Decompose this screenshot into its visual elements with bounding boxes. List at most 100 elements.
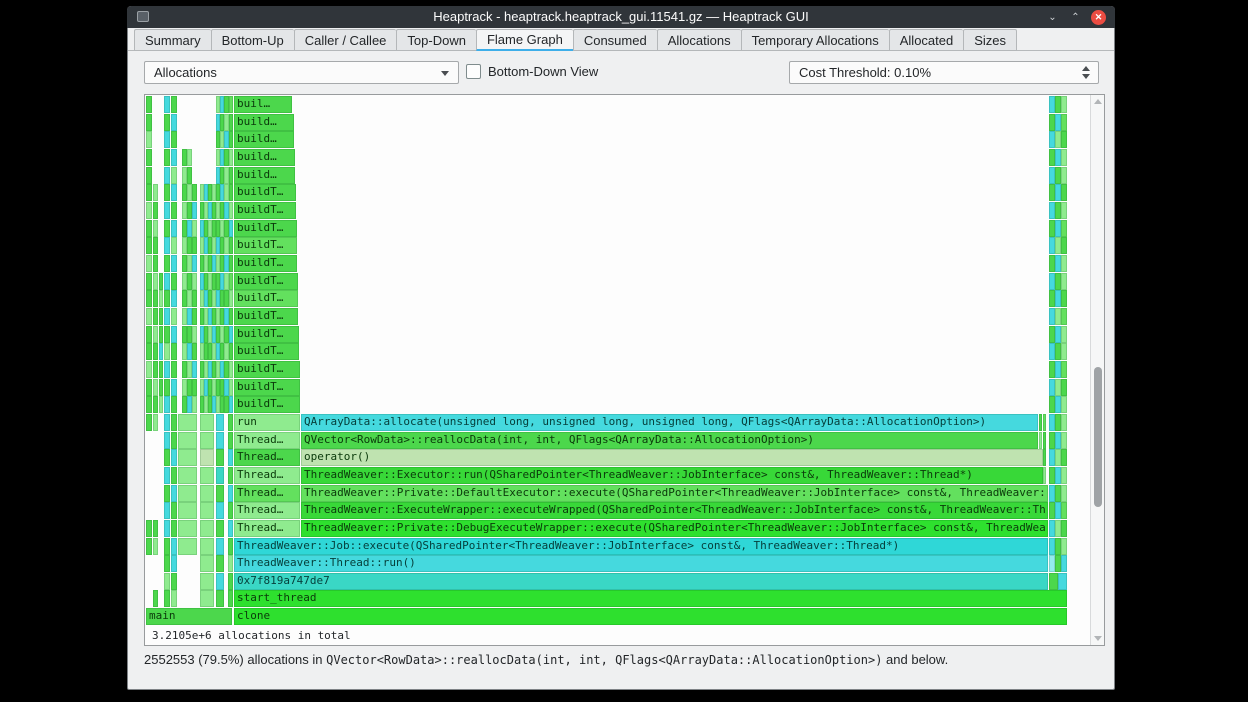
flame-cell[interactable]: 0x7f819a747de7 <box>234 573 1048 590</box>
flame-cell[interactable] <box>164 149 170 166</box>
flame-cell[interactable] <box>153 308 158 325</box>
scroll-down-icon[interactable] <box>1094 636 1102 641</box>
flame-cell[interactable] <box>1061 255 1067 272</box>
flame-cell[interactable] <box>1061 96 1067 113</box>
flame-cell[interactable] <box>164 308 170 325</box>
flame-cell[interactable] <box>178 485 197 502</box>
flame-cell[interactable] <box>192 343 197 360</box>
flame-cell[interactable] <box>171 290 177 307</box>
flame-cell[interactable] <box>164 114 170 131</box>
flame-cell[interactable]: buildT… <box>234 361 300 378</box>
flame-cell[interactable] <box>229 202 233 219</box>
flame-cell[interactable] <box>164 396 170 413</box>
flame-cell[interactable] <box>200 414 214 431</box>
spin-up-icon[interactable] <box>1082 66 1090 71</box>
flame-cell[interactable]: buildT… <box>234 308 298 325</box>
flame-cell[interactable] <box>171 432 177 449</box>
flame-cell[interactable] <box>216 573 224 590</box>
spin-down-icon[interactable] <box>1082 74 1090 79</box>
flame-cell[interactable] <box>153 343 158 360</box>
flame-cell[interactable] <box>146 220 152 237</box>
flame-cell[interactable] <box>216 485 224 502</box>
flame-cell[interactable] <box>164 96 170 113</box>
flame-cell[interactable] <box>164 485 170 502</box>
tab-temporary-allocations[interactable]: Temporary Allocations <box>740 29 889 51</box>
flame-cell[interactable] <box>171 379 177 396</box>
flame-cell[interactable] <box>228 520 233 537</box>
flame-cell[interactable] <box>178 520 197 537</box>
flame-cell[interactable] <box>228 414 233 431</box>
flame-cell[interactable] <box>200 555 214 572</box>
flame-cell[interactable] <box>171 538 177 555</box>
flame-cell[interactable]: ThreadWeaver::ExecuteWrapper::executeWra… <box>301 502 1048 519</box>
flame-cell[interactable] <box>216 538 224 555</box>
flame-cell[interactable] <box>153 326 158 343</box>
flame-cell[interactable] <box>229 167 233 184</box>
flame-cell[interactable] <box>200 520 214 537</box>
flame-cell[interactable] <box>171 467 177 484</box>
flame-cell[interactable] <box>153 590 158 607</box>
flame-cell[interactable] <box>171 273 177 290</box>
flame-cell[interactable] <box>153 379 158 396</box>
flame-cell[interactable]: buildT… <box>234 326 299 343</box>
flame-cell[interactable] <box>200 467 214 484</box>
flame-cell[interactable] <box>1061 520 1067 537</box>
flame-cell[interactable] <box>164 555 170 572</box>
flame-cell[interactable] <box>164 167 170 184</box>
flame-cell[interactable] <box>159 308 163 325</box>
flame-cell[interactable] <box>164 467 170 484</box>
flame-cell[interactable] <box>146 379 152 396</box>
flame-cell[interactable] <box>229 396 233 413</box>
flame-cell[interactable]: buildT… <box>234 396 300 413</box>
flame-cell[interactable]: build… <box>234 114 294 131</box>
flame-cell[interactable]: ThreadWeaver::Private::DebugExecuteWrapp… <box>301 520 1048 537</box>
flame-cell[interactable] <box>146 131 152 148</box>
flame-cell[interactable]: ThreadWeaver::Executor::run(QSharedPoint… <box>301 467 1043 484</box>
minimize-button[interactable]: ⌄ <box>1045 10 1060 25</box>
flame-cell[interactable] <box>171 96 177 113</box>
flame-cell[interactable] <box>178 414 197 431</box>
flame-cell[interactable]: buildT… <box>234 220 297 237</box>
flame-cell[interactable] <box>1061 432 1067 449</box>
flame-cell[interactable] <box>229 361 233 378</box>
flame-cell[interactable] <box>164 590 170 607</box>
flame-cell[interactable] <box>192 308 197 325</box>
flame-cell[interactable] <box>1061 220 1067 237</box>
flame-cell[interactable] <box>1061 290 1067 307</box>
flame-cell[interactable] <box>146 520 152 537</box>
flame-cell[interactable] <box>146 96 152 113</box>
flame-cell[interactable] <box>229 343 233 360</box>
flame-cell[interactable] <box>192 202 197 219</box>
flame-cell[interactable] <box>1049 573 1058 590</box>
flame-cell[interactable] <box>228 538 233 555</box>
flame-cell[interactable]: Thread… <box>234 520 300 537</box>
flame-cell[interactable]: clone <box>234 608 1067 625</box>
flame-cell[interactable] <box>228 590 233 607</box>
flame-cell[interactable] <box>164 202 170 219</box>
titlebar[interactable]: Heaptrack - heaptrack.heaptrack_gui.1154… <box>127 6 1115 28</box>
flame-cell[interactable] <box>228 432 233 449</box>
flame-cell[interactable] <box>229 273 233 290</box>
tab-flame-graph[interactable]: Flame Graph <box>475 29 573 51</box>
flame-cell[interactable] <box>153 520 158 537</box>
flame-cell[interactable] <box>229 96 233 113</box>
allocation-metric-select[interactable]: Allocations <box>144 61 459 84</box>
flame-cell[interactable] <box>200 538 214 555</box>
flame-cell[interactable] <box>192 396 197 413</box>
flame-cell[interactable] <box>1061 396 1067 413</box>
flame-cell[interactable] <box>216 590 224 607</box>
flame-cell[interactable] <box>171 414 177 431</box>
flame-cell[interactable] <box>192 184 197 201</box>
flame-cell[interactable]: Thread… <box>234 502 300 519</box>
flame-cell[interactable] <box>146 273 152 290</box>
checkbox-box[interactable] <box>466 64 481 79</box>
flame-cell[interactable] <box>171 308 177 325</box>
flame-cell[interactable] <box>164 502 170 519</box>
flame-cell[interactable] <box>164 432 170 449</box>
flame-cell[interactable] <box>192 379 197 396</box>
flame-cell[interactable] <box>200 432 214 449</box>
flame-cell[interactable] <box>171 485 177 502</box>
flame-cell[interactable] <box>229 255 233 272</box>
flame-cell[interactable] <box>164 237 170 254</box>
flame-cell[interactable] <box>146 361 152 378</box>
